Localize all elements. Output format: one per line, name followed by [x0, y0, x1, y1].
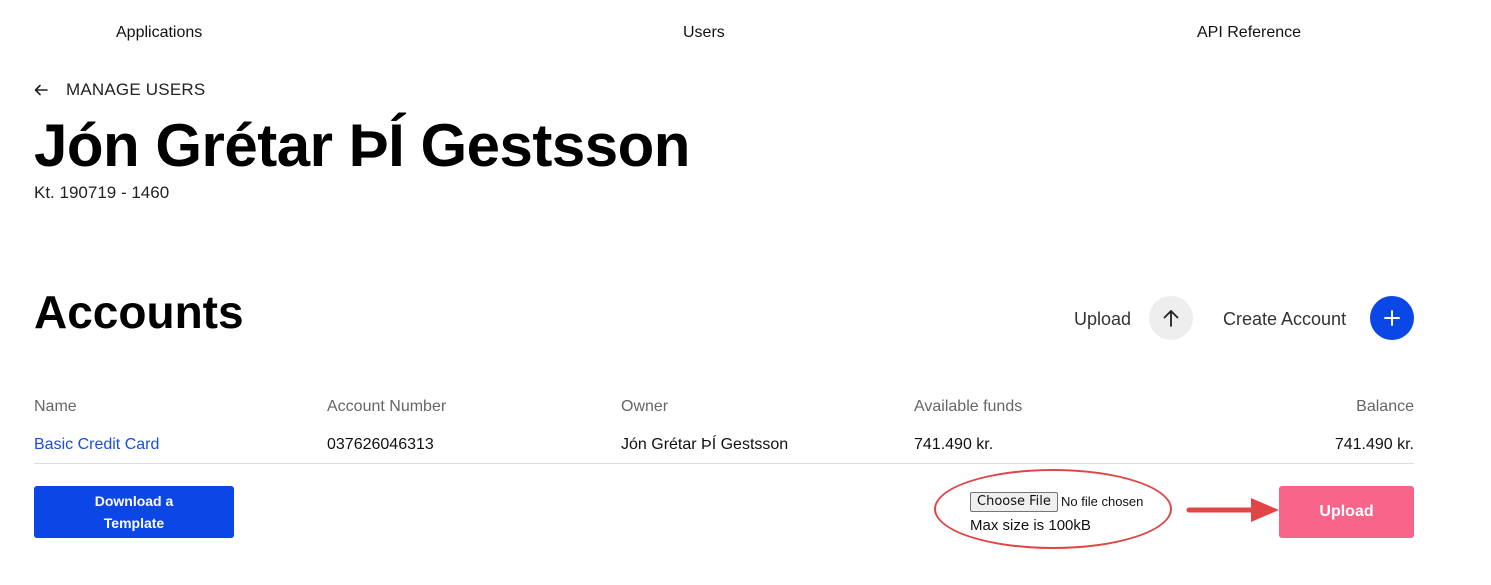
column-header-owner: Owner	[621, 398, 669, 415]
upload-round-button[interactable]	[1149, 296, 1193, 340]
balance-cell: 741.490 kr.	[1334, 436, 1414, 453]
column-header-account-number: Account Number	[327, 398, 447, 415]
create-account-label[interactable]: Create Account	[1223, 307, 1346, 331]
max-size-hint: Max size is 100kB	[970, 517, 1091, 534]
account-owner-cell: Jón Grétar ÞÍ Gestsson	[621, 436, 789, 453]
column-header-available-funds: Available funds	[914, 398, 1023, 415]
nav-users[interactable]: Users	[683, 22, 725, 44]
nav-api-reference[interactable]: API Reference	[1197, 22, 1301, 44]
account-name-link[interactable]: Basic Credit Card	[34, 435, 159, 455]
column-header-name: Name	[34, 398, 77, 415]
accounts-title: Accounts	[34, 286, 244, 338]
arrow-left-icon	[34, 84, 48, 96]
account-number-cell: 037626046313	[327, 436, 434, 453]
page-title: Jón Grétar ÞÍ Gestsson	[34, 112, 690, 179]
upload-submit-button[interactable]: Upload	[1279, 486, 1414, 538]
create-account-button[interactable]	[1370, 296, 1414, 340]
upload-action-label[interactable]: Upload	[1074, 307, 1131, 331]
annotation-arrow-icon	[1186, 498, 1279, 522]
back-to-manage-users-link[interactable]: MANAGE USERS	[34, 79, 205, 101]
column-header-balance: Balance	[1356, 398, 1414, 415]
nav-applications[interactable]: Applications	[116, 22, 202, 44]
available-funds-cell: 741.490 kr.	[914, 436, 994, 453]
back-link-label: MANAGE USERS	[66, 80, 206, 99]
download-template-button[interactable]: Download a Template	[34, 486, 234, 538]
arrow-up-icon	[1163, 310, 1179, 327]
file-status-text: No file chosen	[1061, 494, 1144, 509]
plus-icon	[1384, 310, 1400, 326]
user-kennitala: Kt. 190719 - 1460	[34, 183, 170, 202]
download-template-label: Download a Template	[94, 493, 174, 531]
table-row-divider	[34, 463, 1414, 464]
choose-file-button[interactable]: Choose File	[970, 492, 1058, 512]
